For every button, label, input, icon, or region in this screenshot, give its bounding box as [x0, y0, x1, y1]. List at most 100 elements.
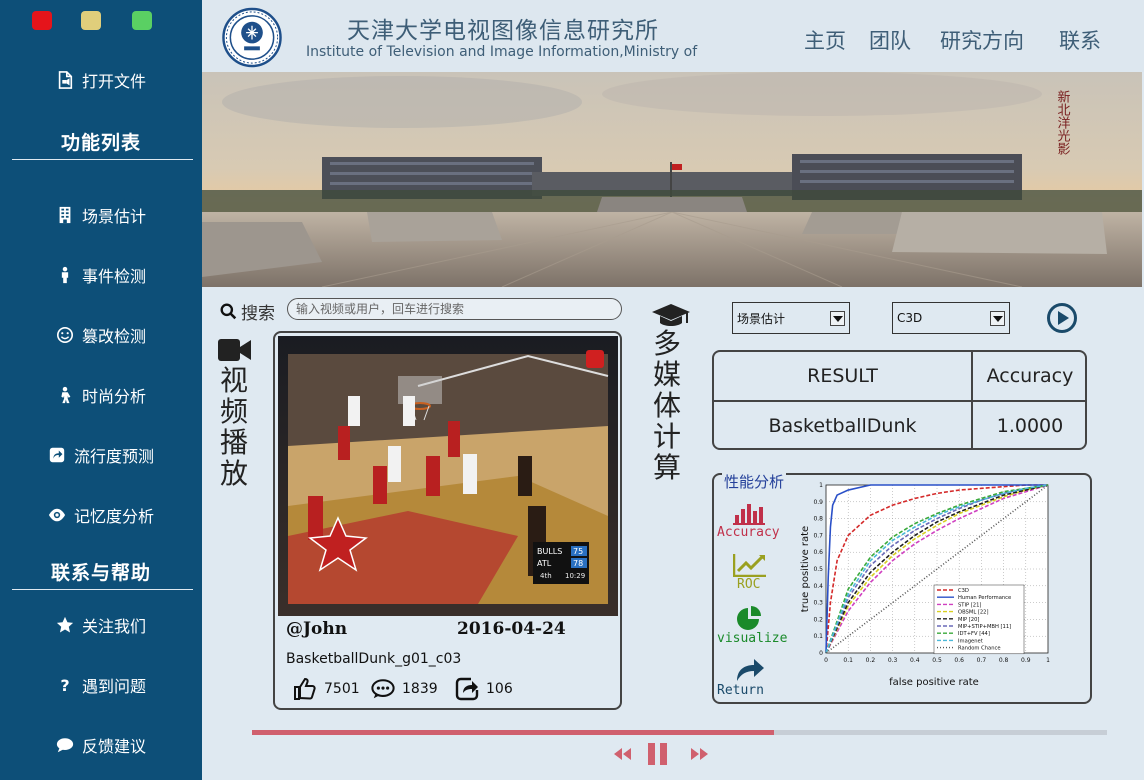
institute-title-en: Institute of Television and Image Inform… [306, 44, 702, 60]
roc-legend-label: STIP [21] [958, 602, 981, 608]
sidebar-item-fashion[interactable]: 时尚分析 [0, 377, 202, 413]
graduation-cap-icon [652, 304, 690, 326]
return-button-label: Return [717, 683, 764, 698]
roc-legend: C3DHuman PerformanceSTIP [21]OBSML [22]M… [933, 584, 1025, 655]
roc-ytick-label: 0.2 [813, 616, 823, 623]
roc-xtick-label: 0.1 [843, 657, 853, 664]
window-close-button[interactable] [32, 11, 52, 30]
search-label-text: 搜索 [241, 304, 275, 324]
model-select[interactable]: C3D [892, 302, 1010, 334]
video-camera-icon [218, 339, 251, 361]
return-button[interactable]: Return [717, 657, 789, 698]
compute-section-title: 多媒体计算 [652, 327, 681, 484]
institute-title-cn: 天津大学电视图像信息研究所 [347, 18, 659, 44]
sidebar-item-memorability[interactable]: 记忆度分析 [0, 497, 202, 533]
video-card: BULLS 75 ATL 78 4th 10:29 @John 2016-04-… [273, 331, 622, 710]
accuracy-button[interactable]: Accuracy [717, 501, 789, 540]
roc-ytick-label: 0.5 [813, 566, 823, 573]
sidebar-item-follow[interactable]: 关注我们 [0, 607, 202, 643]
performance-title: 性能分析 [722, 471, 787, 492]
fashion-person-icon [61, 386, 71, 404]
star-icon [56, 616, 74, 633]
nav-team[interactable]: 团队 [869, 25, 911, 55]
accuracy-button-label: Accuracy [717, 525, 780, 540]
like-stat[interactable]: 7501 [293, 677, 360, 701]
roc-chart: 0 0.1 0.2 0.3 0.4 0.5 0.6 0.7 0.8 0.9 1 0 0.1 0.2 0.3 0… [800, 482, 1050, 688]
roc-ytick-label: 0.8 [813, 516, 823, 523]
comment-count: 1839 [402, 681, 438, 697]
comment-bubble-icon [371, 679, 395, 699]
open-file-button[interactable]: 打开文件 [0, 62, 202, 98]
video-date: 2016-04-24 [457, 619, 566, 639]
scoreboard-score2: 78 [573, 559, 583, 568]
sidebar-item-scene[interactable]: 场景估计 [0, 197, 202, 233]
sidebar-item-popularity[interactable]: 流行度预测 [0, 437, 202, 473]
header: 天津大学电视图像信息研究所 Institute of Television an… [202, 0, 1144, 72]
nav-contact[interactable]: 联系 [1059, 25, 1101, 55]
roc-legend-label: C3D [958, 588, 969, 594]
roc-legend-label: MIP [20] [958, 617, 979, 623]
nav-home[interactable]: 主页 [804, 25, 846, 55]
roc-ytick-label: 0.9 [813, 499, 823, 506]
pause-button[interactable] [646, 742, 670, 766]
roc-xtick-label: 0.8 [999, 657, 1009, 664]
sidebar-item-label: 关注我们 [81, 617, 146, 636]
window-minimize-button[interactable] [81, 11, 101, 30]
roc-ytick-label: 0.4 [813, 583, 823, 590]
person-icon [61, 266, 69, 284]
sidebar-item-label: 记忆度分析 [73, 507, 154, 526]
roc-button[interactable]: ROC [717, 553, 789, 592]
sidebar-item-label: 时尚分析 [81, 387, 146, 406]
campus-photo: 新北洋光影 [202, 72, 1142, 287]
roc-ytick-label: 0.3 [813, 600, 823, 607]
roc-xtick-label: 0.5 [932, 657, 942, 664]
sidebar-item-event[interactable]: 事件检测 [0, 257, 202, 293]
run-play-button[interactable] [1046, 302, 1078, 334]
visualize-button-label: visualize [717, 631, 788, 646]
roc-xtick-label: 0.4 [910, 657, 920, 664]
question-icon: ? [60, 675, 70, 695]
roc-xtick-label: 0.2 [866, 657, 876, 664]
rewind-button[interactable] [612, 742, 632, 766]
chevron-down-icon [990, 311, 1005, 326]
result-table: RESULT Accuracy BasketballDunk 1.0000 [712, 350, 1087, 450]
sidebar-item-tamper[interactable]: 篡改检测 [0, 317, 202, 353]
banner-calligraphy: 新北洋光影 [1055, 89, 1071, 155]
roc-xlabel: false positive rate [889, 677, 979, 688]
line-chart-icon [733, 554, 766, 577]
progress-bar[interactable] [252, 730, 1107, 735]
search-input[interactable] [287, 298, 622, 320]
smiley-icon [56, 326, 73, 344]
roc-legend-label: OBSML [22] [958, 610, 989, 616]
building-icon [59, 206, 71, 224]
task-select[interactable]: 场景估计 [732, 302, 850, 334]
sidebar-item-feedback[interactable]: 反馈建议 [0, 727, 202, 763]
roc-xtick-label: 0 [824, 657, 828, 664]
eye-icon [48, 508, 66, 522]
performance-panel: 性能分析 Accuracy ROC visualize Return 0 0.1 0… [712, 471, 1092, 704]
video-user[interactable]: @John [286, 619, 347, 639]
roc-xtick-label: 0.7 [977, 657, 987, 664]
accuracy-value: 1.0000 [996, 415, 1064, 437]
roc-legend-label: MIP+STIP+MBH [11] [958, 624, 1011, 630]
scoreboard-clock: 10:29 [565, 572, 585, 580]
share-stat[interactable]: 106 [455, 677, 513, 701]
visualize-button[interactable]: visualize [717, 605, 789, 646]
fast-forward-button[interactable] [690, 742, 710, 766]
video-section-title: 视频播放 [219, 364, 248, 490]
window-maximize-button[interactable] [132, 11, 152, 30]
progress-fill [252, 730, 774, 735]
roc-legend-label: Human Performance [958, 595, 1011, 601]
scoreboard-team1: BULLS [537, 547, 562, 556]
nav-research[interactable]: 研究方向 [940, 25, 1024, 55]
task-select-value: 场景估计 [737, 311, 786, 326]
share-count: 106 [486, 681, 513, 697]
sidebar-item-problem[interactable]: ? 遇到问题 [0, 667, 202, 703]
divider [12, 589, 193, 590]
accuracy-header: Accuracy [986, 365, 1074, 387]
divider [12, 159, 193, 160]
video-player[interactable]: BULLS 75 ATL 78 4th 10:29 [278, 336, 618, 616]
comment-icon [56, 738, 74, 753]
search-label: 搜索 [220, 299, 275, 324]
comment-stat[interactable]: 1839 [371, 677, 438, 701]
